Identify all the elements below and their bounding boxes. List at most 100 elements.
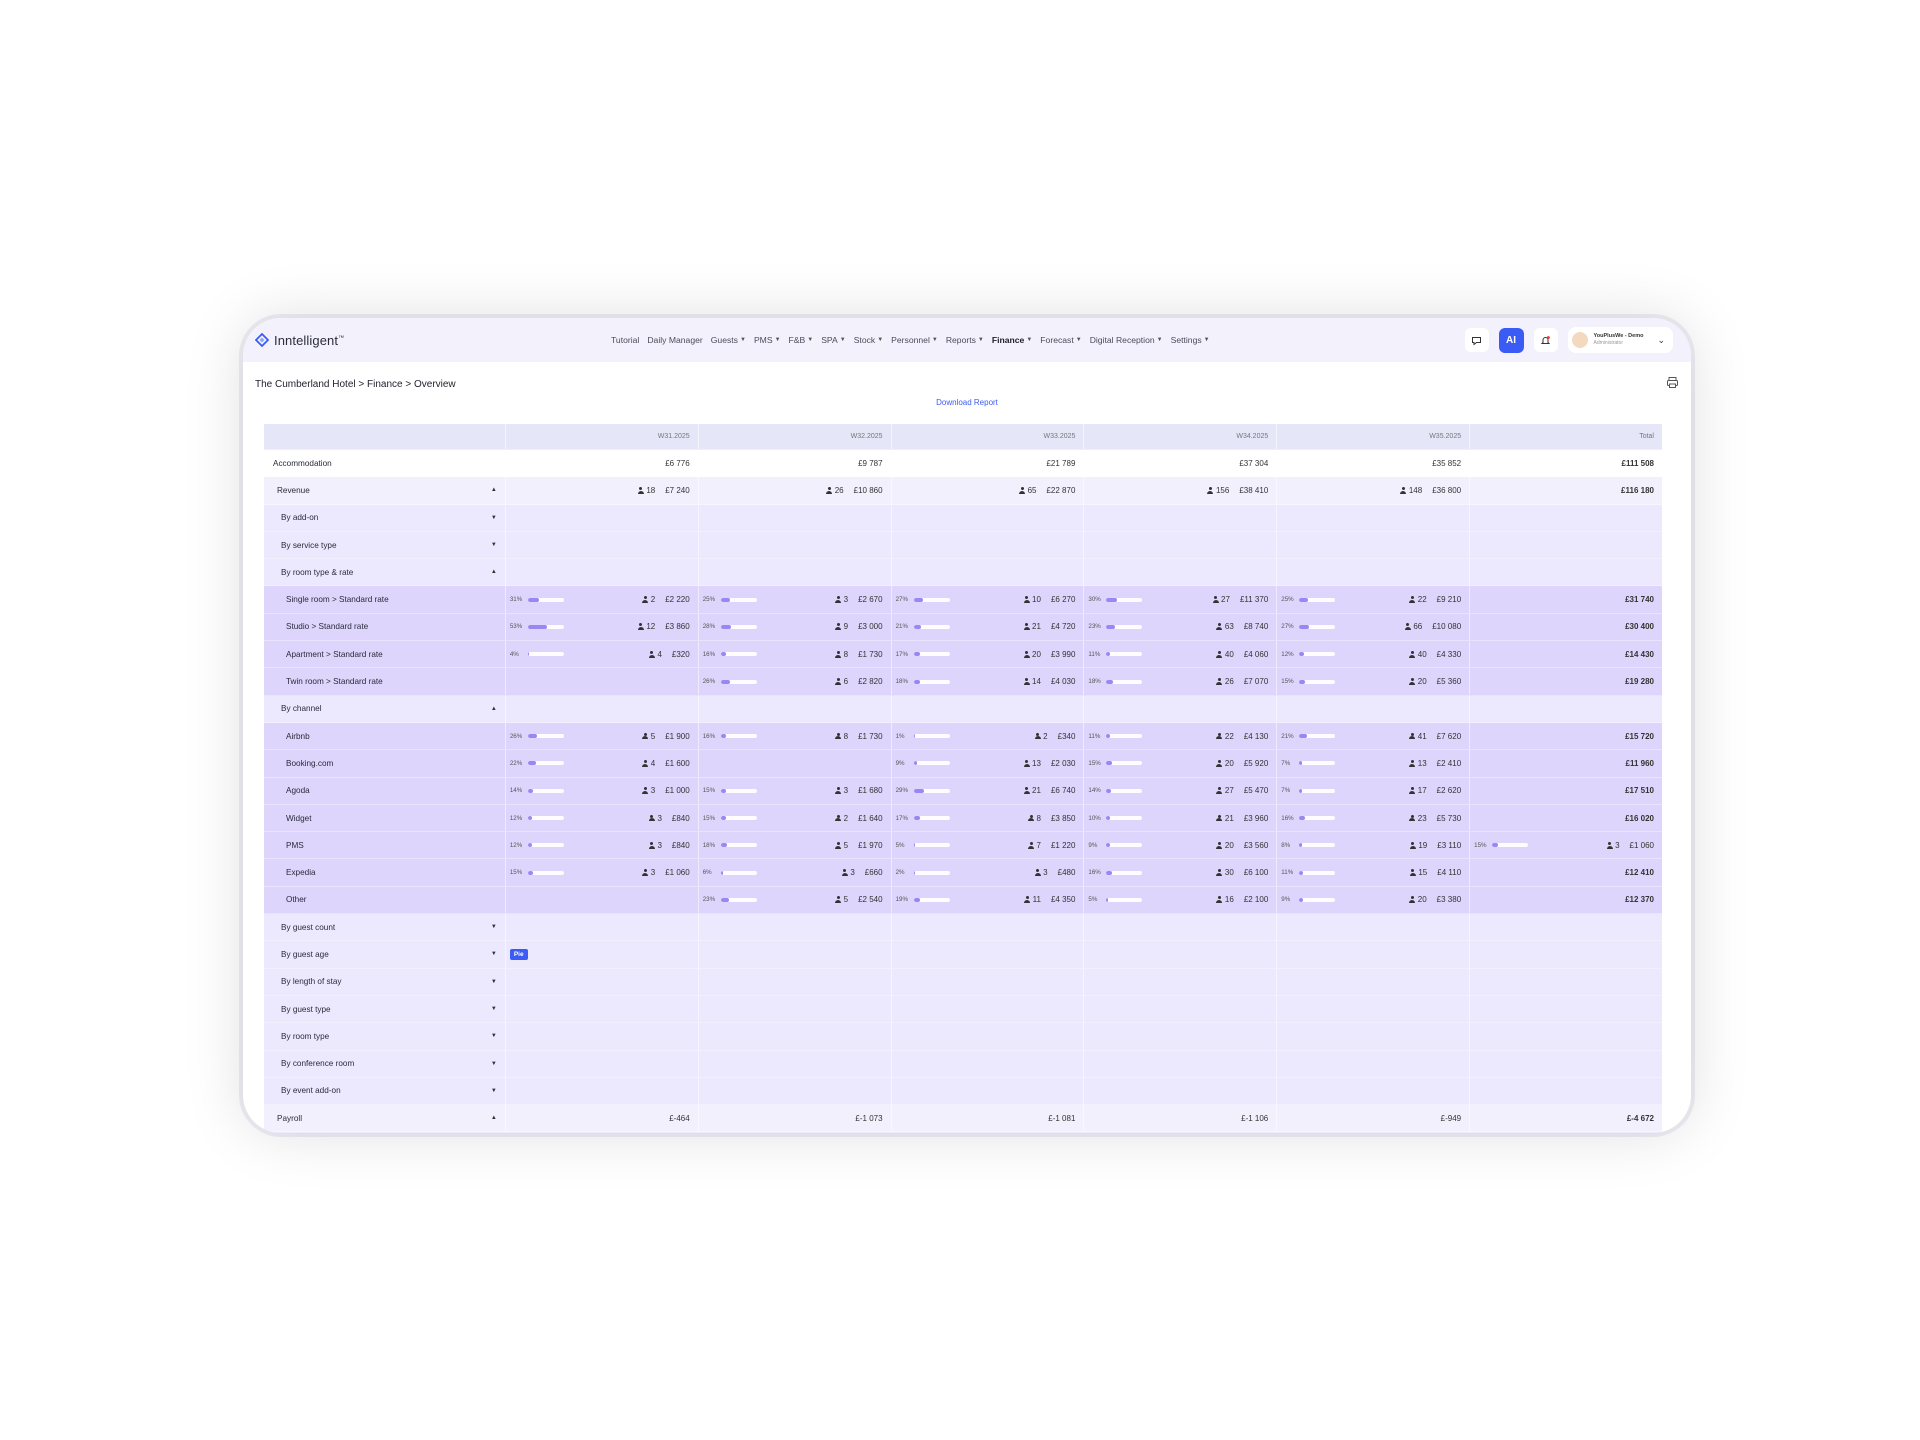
row-label-cell: Studio > Standard rate [264,614,505,640]
expand-arrow-icon[interactable]: ▼ [491,515,497,521]
data-cell: £-949 [1276,1105,1469,1131]
nav-item-tutorial[interactable]: Tutorial [611,335,639,345]
nav-item-finance[interactable]: Finance ▼ [992,335,1032,345]
nav-item-personnel[interactable]: Personnel ▼ [891,335,938,345]
table-row[interactable]: By guest type ▼ [264,995,1662,1024]
row-label-cell[interactable]: By room type ▼ [264,1023,505,1049]
nav-item-digital-reception[interactable]: Digital Reception ▼ [1090,335,1163,345]
nav-item-label: PMS [753,335,773,345]
collapse-arrow-icon[interactable]: ▲ [491,569,497,575]
nav-item-forecast[interactable]: Forecast ▼ [1040,335,1081,345]
data-cell: 9% 20 £3 380 [1276,887,1469,913]
person-icon [648,841,655,849]
expand-arrow-icon[interactable]: ▼ [491,542,497,548]
breadcrumb: The Cumberland Hotel > Finance > Overvie… [255,378,456,390]
table-row[interactable]: By add-on ▼ [264,504,1662,532]
table-row[interactable]: By event add-on ▼ [264,1077,1662,1106]
row-label-cell[interactable]: By service type ▼ [264,532,505,558]
data-cell [1083,969,1276,995]
chat-icon[interactable] [1464,328,1489,352]
row-label: Airbnb [286,731,310,741]
data-cell: 27% 66 £10 080 [1276,614,1469,640]
nav-item-daily-manager[interactable]: Daily Manager [647,335,702,345]
amount-value: £5 730 [1436,813,1462,823]
expand-arrow-icon[interactable]: ▼ [491,1061,497,1067]
guest-count-value: 156 [1215,485,1230,495]
row-label: By guest type [281,1004,331,1014]
guest-count-value: 27 [1224,786,1234,796]
table-row: Single room > Standard rate 31% 2 £2 220 25%… [264,586,1662,614]
person-icon [1409,650,1416,658]
expand-arrow-icon[interactable]: ▼ [491,951,497,957]
person-icon [1404,623,1411,631]
table-row[interactable]: By room type & rate ▲ [264,559,1662,587]
collapse-arrow-icon[interactable]: ▲ [491,1115,497,1121]
nav-item-reports[interactable]: Reports ▼ [946,335,984,345]
user-menu[interactable]: YouPlusWe - Demo Administrator ⌄ [1567,327,1673,353]
app-logo[interactable]: Inntelligent™ [255,333,565,348]
app-window: Inntelligent™ Tutorial Daily Manager Guest… [243,318,1691,1133]
expand-arrow-icon[interactable]: ▼ [491,1033,497,1039]
nav-item-label: Digital Reception [1089,335,1155,345]
person-icon [1216,869,1223,876]
nav-item-pms[interactable]: PMS ▼ [754,335,781,345]
row-label-cell[interactable]: Payroll ▲ [264,1105,505,1131]
row-label-cell[interactable]: Revenue ▲ [264,477,505,503]
table-row[interactable]: By length of stay ▼ [264,968,1662,996]
table-row[interactable]: Payroll ▲ £-464 £-1 073 £-1 081 £-1 106 £-949 £… [264,1105,1662,1133]
row-label-cell[interactable]: By room type & rate ▲ [264,559,505,585]
expand-arrow-icon[interactable]: ▼ [491,1006,497,1012]
print-icon[interactable] [1666,376,1679,392]
data-cell: 9% 13 £2 030 [891,750,1084,776]
nav-item-spa[interactable]: SPA ▼ [821,335,846,345]
table-row[interactable]: By service type ▼ [264,531,1662,560]
nav-item-settings[interactable]: Settings ▼ [1171,335,1210,345]
row-label-cell[interactable]: By add-on ▼ [264,505,505,531]
row-label-cell[interactable]: By length of stay ▼ [264,969,505,995]
expand-arrow-icon[interactable]: ▼ [491,1088,497,1094]
guest-count: 2 [835,814,848,823]
download-report-link[interactable]: Download Report [243,398,1691,407]
amount-value: £2 100 [1243,895,1269,905]
nav-item-guests[interactable]: Guests ▼ [711,335,746,345]
data-cell [891,941,1084,967]
row-label-cell[interactable]: By conference room ▼ [264,1051,505,1077]
table-row[interactable]: By room type ▼ [264,1023,1662,1051]
table-row[interactable]: By channel ▲ [264,695,1662,723]
data-cell [698,996,891,1022]
ai-assistant-button[interactable]: AI [1498,327,1524,353]
share-progress-fill [1106,788,1112,793]
data-cell: £30 400 [1469,614,1662,640]
nav-item-f-b[interactable]: F&B ▼ [789,335,814,345]
pie-chart-button[interactable]: Pie [509,948,528,960]
share-progress-bar [1106,761,1143,766]
data-cell: 11% 40 £4 060 [1083,641,1276,667]
share-progress-fill [720,652,727,657]
row-label-cell: Expedia [264,859,505,885]
collapse-arrow-icon[interactable]: ▲ [491,487,497,493]
total-value: £31 740 [1625,595,1654,605]
notification-bell-icon[interactable] [1533,328,1558,352]
row-label-cell[interactable]: By event add-on ▼ [264,1078,505,1104]
expand-arrow-icon[interactable]: ▼ [491,924,497,930]
person-icon [1023,759,1030,767]
expand-arrow-icon[interactable]: ▼ [491,979,497,985]
table-row[interactable]: By guest count ▼ [264,914,1662,942]
row-label-cell[interactable]: By guest age ▼ [264,941,505,967]
table-row[interactable]: By guest age ▼ Pie [264,941,1662,969]
guest-count-value: 9 [843,622,849,632]
share-progress-bar [913,761,950,766]
row-label-cell[interactable]: By channel ▲ [264,696,505,722]
table-row[interactable]: Revenue ▲ 18 £7 240 26 £10 860 65 £22 870 156 £38… [264,477,1662,505]
guest-count: 17 [1409,786,1427,795]
nav-item-stock[interactable]: Stock ▼ [854,335,883,345]
row-label-cell[interactable]: By guest count ▼ [264,914,505,940]
data-cell: 15% 20 £5 360 [1276,668,1469,694]
data-cell: 27% 10 £6 270 [891,586,1084,612]
table-row[interactable]: By conference room ▼ [264,1050,1662,1078]
row-label-cell[interactable]: By guest type ▼ [264,996,505,1022]
guest-count: 3 [642,786,655,795]
collapse-arrow-icon[interactable]: ▲ [491,706,497,712]
share-progress-bar [1106,843,1143,848]
row-label: Accommodation [273,458,332,468]
